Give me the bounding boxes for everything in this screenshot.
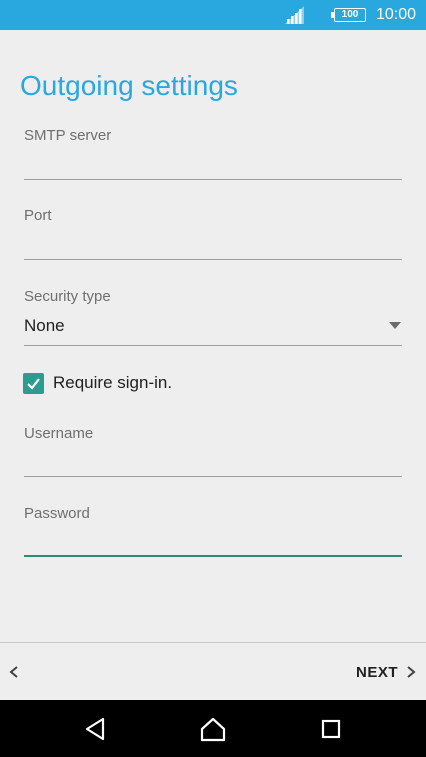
next-button[interactable]: NEXT — [346, 656, 422, 688]
clock: 10:00 — [376, 6, 417, 23]
recents-icon[interactable] — [321, 719, 341, 739]
signal-icon — [285, 6, 304, 24]
smtp-server-label: SMTP server — [24, 127, 112, 144]
username-input[interactable] — [24, 445, 402, 477]
port-underline — [24, 259, 402, 260]
home-icon[interactable] — [200, 716, 226, 742]
password-input[interactable] — [24, 525, 402, 557]
status-bar: 100 10:00 — [0, 0, 426, 30]
security-type-underline — [24, 345, 402, 346]
smtp-server-underline — [24, 179, 402, 180]
next-button-label: NEXT — [356, 663, 399, 681]
system-nav-bar — [0, 700, 426, 757]
require-signin-label[interactable]: Require sign-in. — [53, 373, 172, 393]
username-label: Username — [24, 425, 94, 442]
security-type-select[interactable] — [24, 308, 402, 346]
security-type-label: Security type — [24, 288, 111, 305]
username-underline — [24, 476, 402, 477]
page-title: Outgoing settings — [20, 70, 238, 101]
require-signin-checkbox[interactable] — [23, 373, 44, 394]
chevron-left-icon[interactable] — [7, 662, 21, 682]
battery-icon: 100 — [331, 8, 366, 22]
smtp-server-input[interactable] — [24, 148, 402, 180]
password-label: Password — [24, 505, 90, 522]
chevron-right-icon — [407, 666, 416, 678]
nav-back-icon[interactable] — [84, 717, 106, 741]
password-underline — [24, 555, 402, 557]
dropdown-arrow-icon — [389, 322, 401, 329]
security-type-value: None — [24, 316, 65, 335]
footer-divider — [0, 642, 426, 643]
checkmark-icon — [27, 378, 40, 390]
port-label: Port — [24, 207, 52, 224]
port-input[interactable] — [24, 228, 402, 260]
